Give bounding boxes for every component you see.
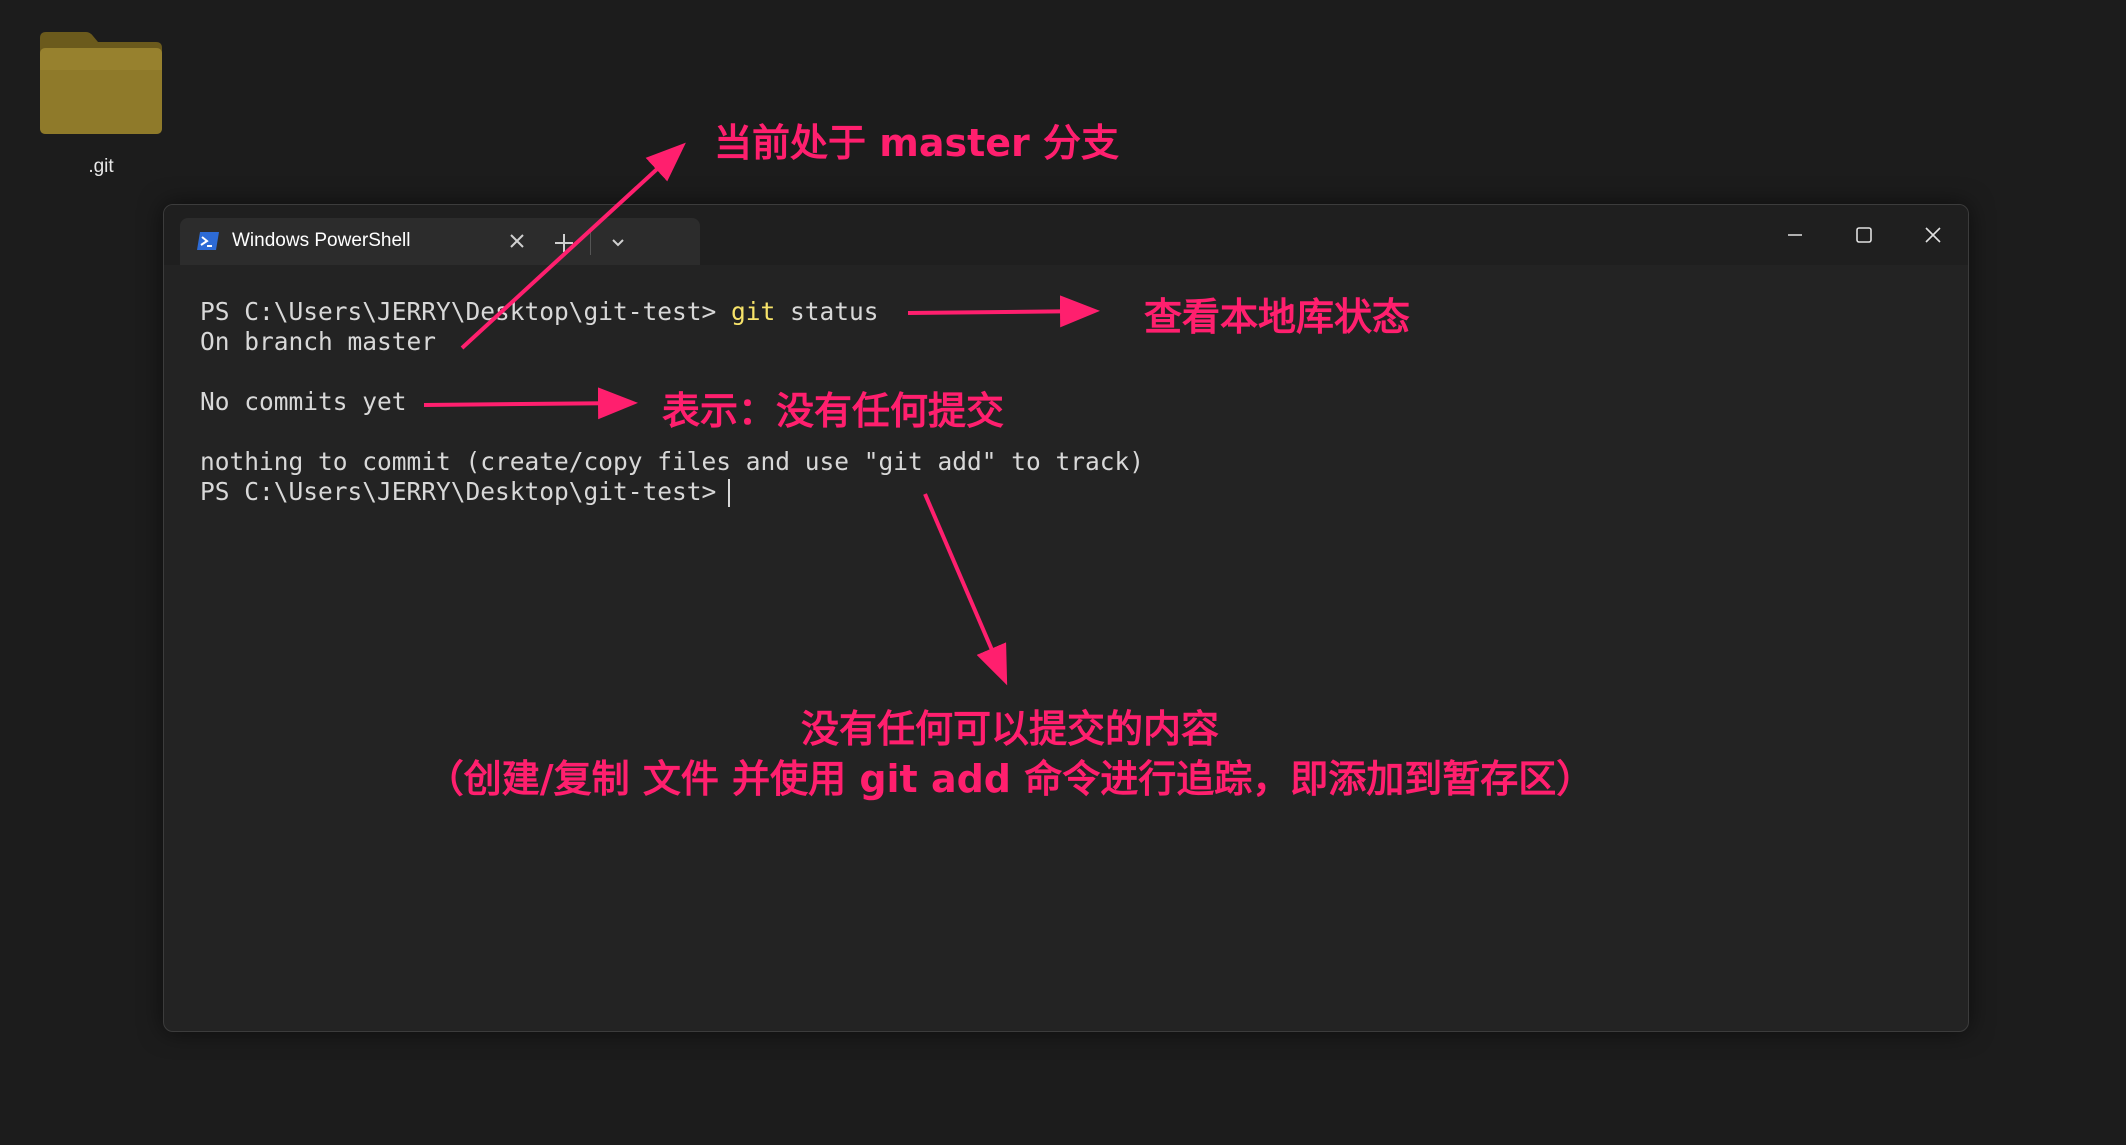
- terminal-line: PS C:\Users\JERRY\Desktop\git-test>: [200, 477, 731, 507]
- titlebar: Windows PowerShell: [164, 205, 1968, 265]
- annotation-check-status: 查看本地库状态: [1144, 295, 1411, 339]
- tab-close-button[interactable]: [485, 222, 545, 260]
- profile-dropdown-button[interactable]: [598, 223, 638, 263]
- terminal-line: nothing to commit (create/copy files and…: [200, 447, 1145, 476]
- tab-title: Windows PowerShell: [232, 230, 411, 251]
- annotation-no-commits: 表示：没有任何提交: [662, 389, 1005, 433]
- powershell-icon: [197, 232, 219, 250]
- window-close-button[interactable]: [1901, 213, 1965, 257]
- terminal-line: No commits yet: [200, 387, 407, 416]
- terminal-line: On branch master: [200, 327, 437, 356]
- tab-divider: [590, 231, 591, 255]
- text-cursor: [728, 479, 731, 507]
- plus-icon: [555, 234, 573, 252]
- command-args: status: [775, 297, 879, 326]
- prompt: PS C:\Users\JERRY\Desktop\git-test>: [200, 297, 732, 326]
- command-keyword: git: [731, 297, 776, 326]
- desktop: .git Windows PowerShell PS C:\Users\JERR…: [0, 0, 2126, 1145]
- terminal-window: Windows PowerShell PS C:\Users\JERRY\Des…: [163, 204, 1969, 1032]
- prompt: PS C:\Users\JERRY\Desktop\git-test>: [200, 477, 717, 506]
- desktop-folder-git[interactable]: .git: [28, 24, 174, 184]
- terminal-output[interactable]: PS C:\Users\JERRY\Desktop\git-test> git …: [200, 297, 1940, 997]
- annotation-line: （创建/复制 文件 并使用 git add 命令进行追踪，即添加到暂存区）: [425, 757, 1595, 801]
- annotation-current-branch: 当前处于 master 分支: [714, 121, 1119, 165]
- maximize-button[interactable]: [1832, 213, 1896, 257]
- minimize-icon: [1788, 234, 1802, 236]
- folder-label: .git: [88, 156, 114, 177]
- chevron-down-icon: [612, 239, 624, 247]
- annotation-line: 没有任何可以提交的内容: [800, 707, 1219, 751]
- terminal-line: PS C:\Users\JERRY\Desktop\git-test> git …: [200, 297, 879, 327]
- close-icon: [510, 234, 524, 248]
- minimize-button[interactable]: [1763, 213, 1827, 257]
- folder-icon: [40, 32, 162, 134]
- new-tab-button[interactable]: [544, 223, 584, 263]
- annotation-nothing-to-commit: 没有任何可以提交的内容 （创建/复制 文件 并使用 git add 命令进行追踪…: [400, 704, 1620, 804]
- close-icon: [1925, 227, 1941, 243]
- maximize-icon: [1856, 227, 1872, 243]
